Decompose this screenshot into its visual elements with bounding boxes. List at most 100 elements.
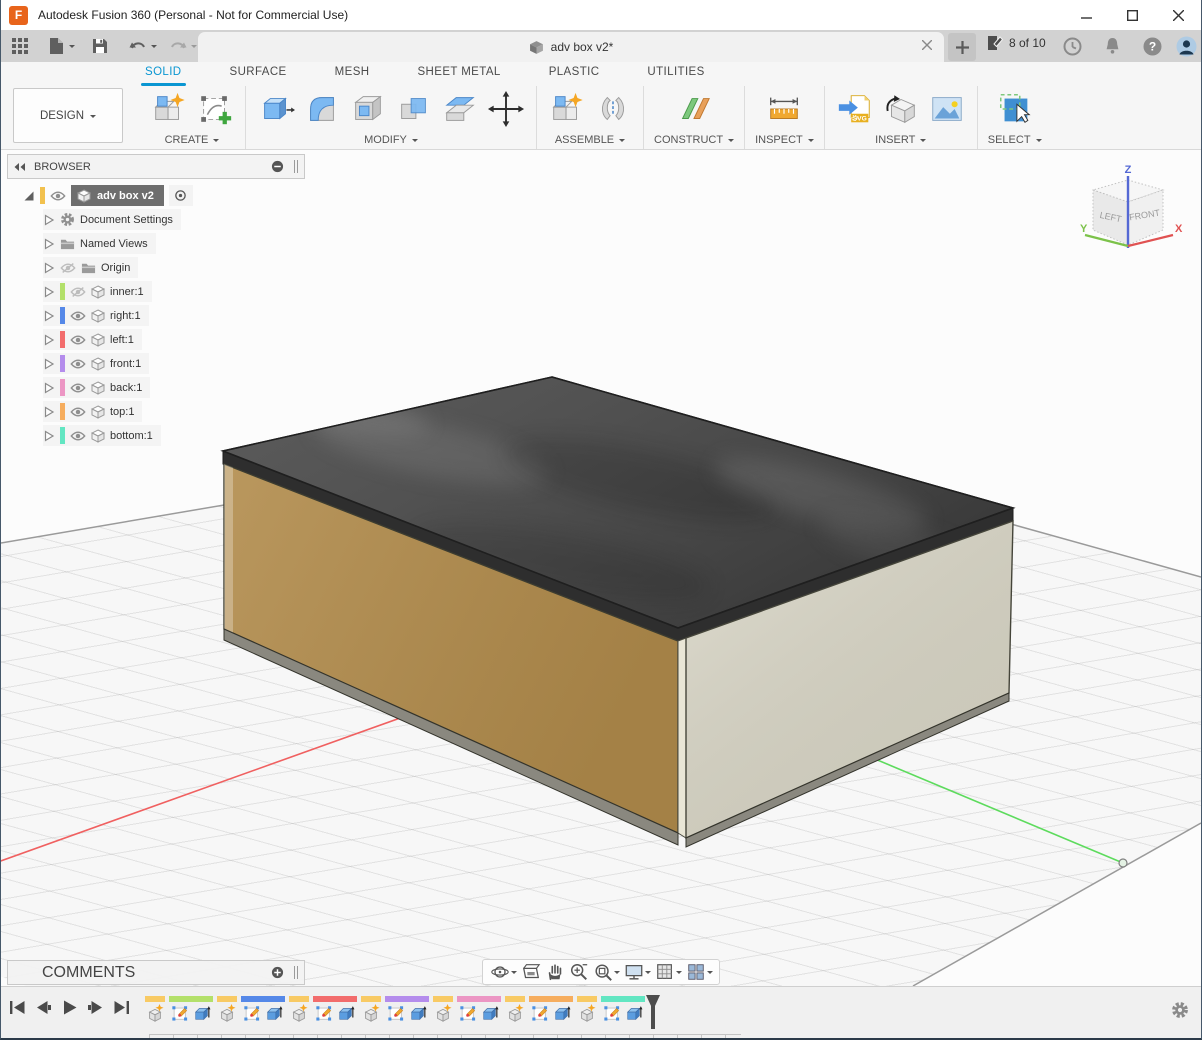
visibility-eye-icon[interactable] — [70, 405, 86, 419]
extrude-feature-icon[interactable] — [409, 1004, 427, 1022]
joint-icon[interactable] — [593, 89, 633, 129]
sketch-feature-icon[interactable] — [531, 1004, 549, 1022]
construction-plane-icon[interactable] — [674, 89, 714, 129]
browser-row-document-settings[interactable]: Document Settings — [43, 209, 181, 230]
step-back-button[interactable] — [35, 999, 52, 1016]
grid-settings-icon[interactable] — [655, 962, 682, 982]
browser-item-label[interactable]: Named Views — [80, 238, 148, 250]
expand-arrow-icon[interactable] — [43, 310, 55, 322]
expand-arrow-icon[interactable] — [43, 382, 55, 394]
fillet-icon[interactable] — [302, 89, 342, 129]
new-component-feature-icon[interactable] — [290, 1004, 308, 1022]
construct-menu[interactable]: CONSTRUCT — [654, 131, 734, 149]
document-tab[interactable]: adv box v2* — [198, 32, 944, 62]
browser-row-named-views[interactable]: Named Views — [43, 233, 156, 254]
timeline-playhead[interactable] — [646, 995, 660, 1029]
sketch-feature-icon[interactable] — [315, 1004, 333, 1022]
new-component-feature-icon[interactable] — [434, 1004, 452, 1022]
root-item[interactable]: adv box v2 — [71, 185, 164, 206]
display-settings-icon[interactable] — [624, 962, 651, 982]
tab-surface[interactable]: SURFACE — [206, 62, 311, 86]
new-component-feature-icon[interactable] — [506, 1004, 524, 1022]
browser-item-label[interactable]: top:1 — [110, 406, 134, 418]
document-tab-close-icon[interactable] — [922, 40, 932, 50]
expand-arrow-icon[interactable] — [43, 406, 55, 418]
combine-icon[interactable] — [394, 89, 434, 129]
sketch-feature-icon[interactable] — [171, 1004, 189, 1022]
fit-view-icon[interactable] — [593, 962, 620, 982]
undo-caret[interactable] — [151, 45, 157, 51]
viewports-icon[interactable] — [686, 962, 713, 982]
extrude-feature-icon[interactable] — [553, 1004, 571, 1022]
extrude-feature-icon[interactable] — [625, 1004, 643, 1022]
browser-item-label[interactable]: Document Settings — [80, 214, 173, 226]
close-button[interactable] — [1155, 0, 1201, 30]
version-badge[interactable]: 8 of 10 — [986, 34, 1046, 52]
extrude-feature-icon[interactable] — [337, 1004, 355, 1022]
expand-arrow-icon[interactable] — [43, 214, 55, 226]
expand-arrow-icon[interactable] — [43, 262, 55, 274]
browser-row-top[interactable]: top:1 — [43, 401, 142, 422]
modify-menu[interactable]: MODIFY — [364, 131, 418, 149]
insert-derive-icon[interactable] — [881, 89, 921, 129]
job-status-clock-icon[interactable] — [1061, 35, 1083, 57]
minimize-button[interactable] — [1063, 0, 1109, 30]
browser-item-label[interactable]: bottom:1 — [110, 430, 153, 442]
zoom-icon[interactable] — [569, 962, 589, 982]
play-button[interactable] — [61, 999, 78, 1016]
new-tab-button[interactable] — [948, 33, 976, 61]
browser-item-label[interactable]: right:1 — [110, 310, 141, 322]
app-grid-menu-icon[interactable] — [7, 33, 33, 59]
maximize-button[interactable] — [1109, 0, 1155, 30]
tab-mesh[interactable]: MESH — [311, 62, 394, 86]
create-menu[interactable]: CREATE — [165, 131, 220, 149]
browser-item-label[interactable]: front:1 — [110, 358, 141, 370]
visibility-eye-icon[interactable] — [50, 189, 66, 203]
visibility-eye-icon[interactable] — [70, 429, 86, 443]
new-body-icon[interactable] — [149, 89, 189, 129]
new-component-icon[interactable] — [547, 89, 587, 129]
timeline-options-gear-icon[interactable] — [1171, 1001, 1189, 1019]
file-menu-icon[interactable] — [43, 33, 69, 59]
assemble-menu[interactable]: ASSEMBLE — [555, 131, 625, 149]
panel-grip[interactable] — [294, 966, 298, 979]
expand-arrow-icon[interactable] — [43, 358, 55, 370]
insert-canvas-icon[interactable] — [927, 89, 967, 129]
extrude-feature-icon[interactable] — [481, 1004, 499, 1022]
notifications-bell-icon[interactable] — [1101, 35, 1123, 57]
press-pull-icon[interactable] — [256, 89, 296, 129]
new-component-feature-icon[interactable] — [578, 1004, 596, 1022]
expanded-arrow-icon[interactable] — [23, 190, 35, 202]
new-component-feature-icon[interactable] — [362, 1004, 380, 1022]
browser-item-label[interactable]: inner:1 — [110, 286, 144, 298]
design-workspace-menu[interactable]: DESIGN — [13, 88, 123, 143]
sketch-feature-icon[interactable] — [387, 1004, 405, 1022]
extrude-feature-icon[interactable] — [265, 1004, 283, 1022]
pan-hand-icon[interactable] — [545, 962, 565, 982]
help-icon[interactable]: ? — [1141, 35, 1163, 57]
box-model[interactable] — [223, 377, 1013, 847]
save-icon[interactable] — [87, 33, 113, 59]
view-cube[interactable]: LEFT FRONT Z Y X — [1075, 162, 1187, 264]
move-copy-icon[interactable] — [486, 89, 526, 129]
sketch-feature-icon[interactable] — [459, 1004, 477, 1022]
expand-arrow-icon[interactable] — [43, 430, 55, 442]
shell-icon[interactable] — [348, 89, 388, 129]
visibility-off-icon[interactable] — [60, 261, 76, 275]
select-menu[interactable]: SELECT — [988, 131, 1042, 149]
browser-row-back[interactable]: back:1 — [43, 377, 150, 398]
browser-item-label[interactable]: Origin — [101, 262, 130, 274]
browser-row-front[interactable]: front:1 — [43, 353, 149, 374]
sketch-feature-icon[interactable] — [603, 1004, 621, 1022]
create-sketch-icon[interactable] — [195, 89, 235, 129]
browser-row-left[interactable]: left:1 — [43, 329, 142, 350]
new-component-feature-icon[interactable] — [146, 1004, 164, 1022]
browser-row-right[interactable]: right:1 — [43, 305, 149, 326]
expand-arrow-icon[interactable] — [43, 238, 55, 250]
insert-svg-icon[interactable]: SVG — [835, 89, 875, 129]
tab-sheet-metal[interactable]: SHEET METAL — [393, 62, 524, 86]
measure-icon[interactable] — [764, 89, 804, 129]
remove-panel-icon[interactable] — [271, 160, 284, 173]
visibility-eye-icon[interactable] — [70, 357, 86, 371]
comments-header[interactable]: COMMENTS — [7, 960, 305, 985]
